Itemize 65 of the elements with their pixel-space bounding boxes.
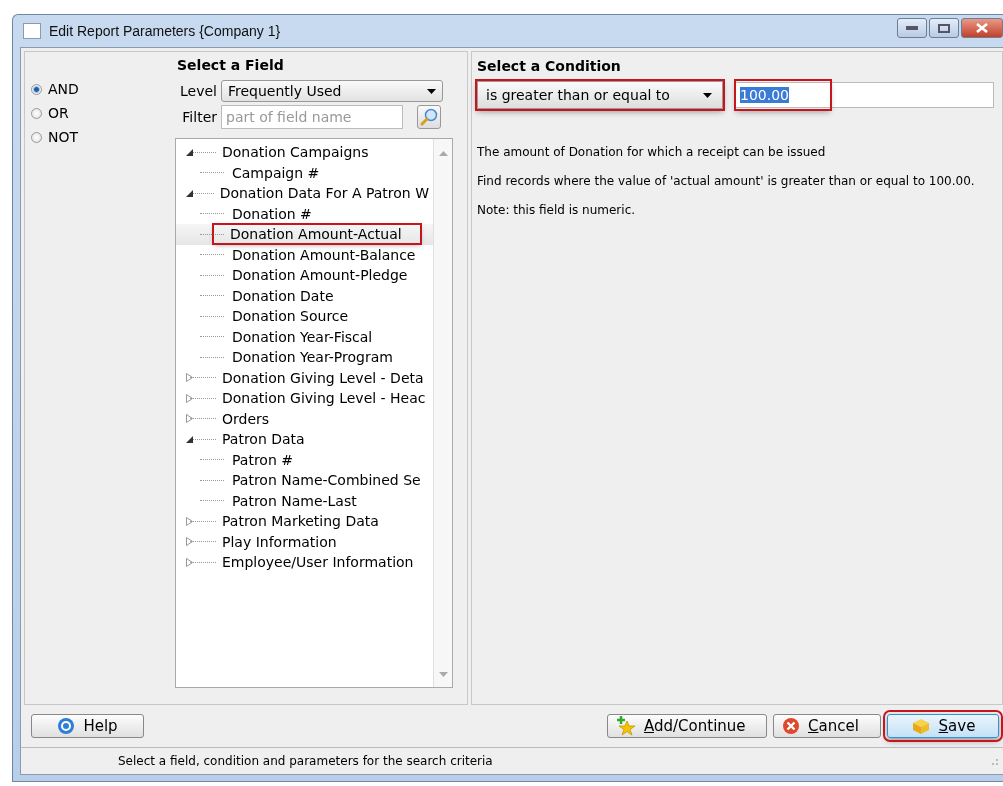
window-title: Edit Report Parameters {Company 1} xyxy=(49,23,282,39)
cancel-button[interactable]: Cancel xyxy=(773,714,881,738)
box-icon xyxy=(910,717,931,735)
search-button[interactable] xyxy=(417,105,441,129)
tree-item[interactable]: Donation Source xyxy=(228,307,353,326)
tree-item[interactable]: Patron Name-Combined Se xyxy=(228,471,425,490)
tree-item[interactable]: Patron Data xyxy=(218,430,309,449)
status-text: Select a field, condition and parameters for the search criteria xyxy=(118,754,493,768)
tree-item[interactable]: Play Information xyxy=(218,532,341,551)
cancel-icon xyxy=(782,717,800,735)
section-heading: Select a Condition xyxy=(477,58,622,76)
window-icon xyxy=(23,23,41,39)
tree-item[interactable]: Donation Amount-Balance xyxy=(228,245,420,264)
collapsed-triangle-icon[interactable] xyxy=(186,516,193,526)
tree-item[interactable]: Donation Date xyxy=(228,286,338,305)
tree-item[interactable]: Patron # xyxy=(228,450,297,469)
tree-item[interactable]: Donation Year-Program xyxy=(228,348,397,367)
tree-item[interactable]: Patron Name-Last xyxy=(228,491,361,510)
add-button[interactable]: Add/Continue xyxy=(607,714,767,738)
radio-option[interactable]: OR xyxy=(31,105,177,121)
collapsed-triangle-icon[interactable] xyxy=(186,557,193,567)
resize-grip-icon[interactable] xyxy=(989,756,999,766)
collapsed-triangle-icon[interactable] xyxy=(186,393,193,403)
help-button[interactable]: Help xyxy=(31,714,144,738)
scrollbar[interactable] xyxy=(433,139,452,687)
scroll-down-icon[interactable] xyxy=(438,672,448,677)
close-icon xyxy=(976,23,988,33)
tree-item[interactable]: Donation Data For A Patron W xyxy=(215,184,433,203)
tree-item[interactable]: Donation Giving Level - Deta xyxy=(218,368,428,387)
scroll-up-icon[interactable] xyxy=(438,151,448,156)
tree-item[interactable]: Donation Campaigns xyxy=(218,143,373,162)
expanded-triangle-icon[interactable] xyxy=(186,189,193,197)
caret-icon xyxy=(703,92,712,98)
maximize-icon xyxy=(938,23,950,33)
tree-item[interactable]: Employee/User Information xyxy=(218,553,418,572)
tree-item[interactable]: Campaign # xyxy=(228,163,324,182)
collapsed-triangle-icon[interactable] xyxy=(186,537,193,547)
condition-dropdown[interactable]: is greater than or equal to xyxy=(477,81,723,109)
tree-item[interactable]: Donation Year-Fiscal xyxy=(228,327,377,346)
star-plus-icon xyxy=(616,716,636,736)
description-text: Note: this field is numeric. xyxy=(477,203,637,217)
tree-item[interactable]: Donation Amount-Pledge xyxy=(228,266,412,285)
level-dropdown[interactable]: Frequently Used xyxy=(221,80,443,102)
expanded-triangle-icon[interactable] xyxy=(186,148,193,156)
description-text: The amount of Donation for which a receipt can be issued xyxy=(477,145,827,159)
tree-item[interactable]: Donation Giving Level - Heac xyxy=(218,389,430,408)
search-icon xyxy=(420,108,438,126)
section-heading: Select a Field xyxy=(177,57,285,75)
collapsed-triangle-icon[interactable] xyxy=(186,373,193,383)
tree-item[interactable]: Orders xyxy=(218,409,274,428)
description-text: Find records where the value of 'actual amount' is greater than or equal to 100.00. xyxy=(477,174,976,188)
collapsed-triangle-icon[interactable] xyxy=(186,414,193,424)
close-button[interactable] xyxy=(961,18,1003,38)
minimize-icon xyxy=(906,25,918,31)
filter-field[interactable]: part of field name xyxy=(221,105,403,129)
minimize-button[interactable] xyxy=(897,18,927,38)
expanded-triangle-icon[interactable] xyxy=(186,435,193,443)
radio-option[interactable]: AND xyxy=(31,81,177,97)
level-label: Level xyxy=(179,83,217,99)
tree-item[interactable]: Donation # xyxy=(228,204,316,223)
maximize-button[interactable] xyxy=(929,18,959,38)
tree-item[interactable]: Patron Marketing Data xyxy=(218,512,383,531)
radio-option[interactable]: NOT xyxy=(31,129,177,145)
filter-label: Filter xyxy=(181,109,217,125)
caret-icon xyxy=(427,88,436,94)
